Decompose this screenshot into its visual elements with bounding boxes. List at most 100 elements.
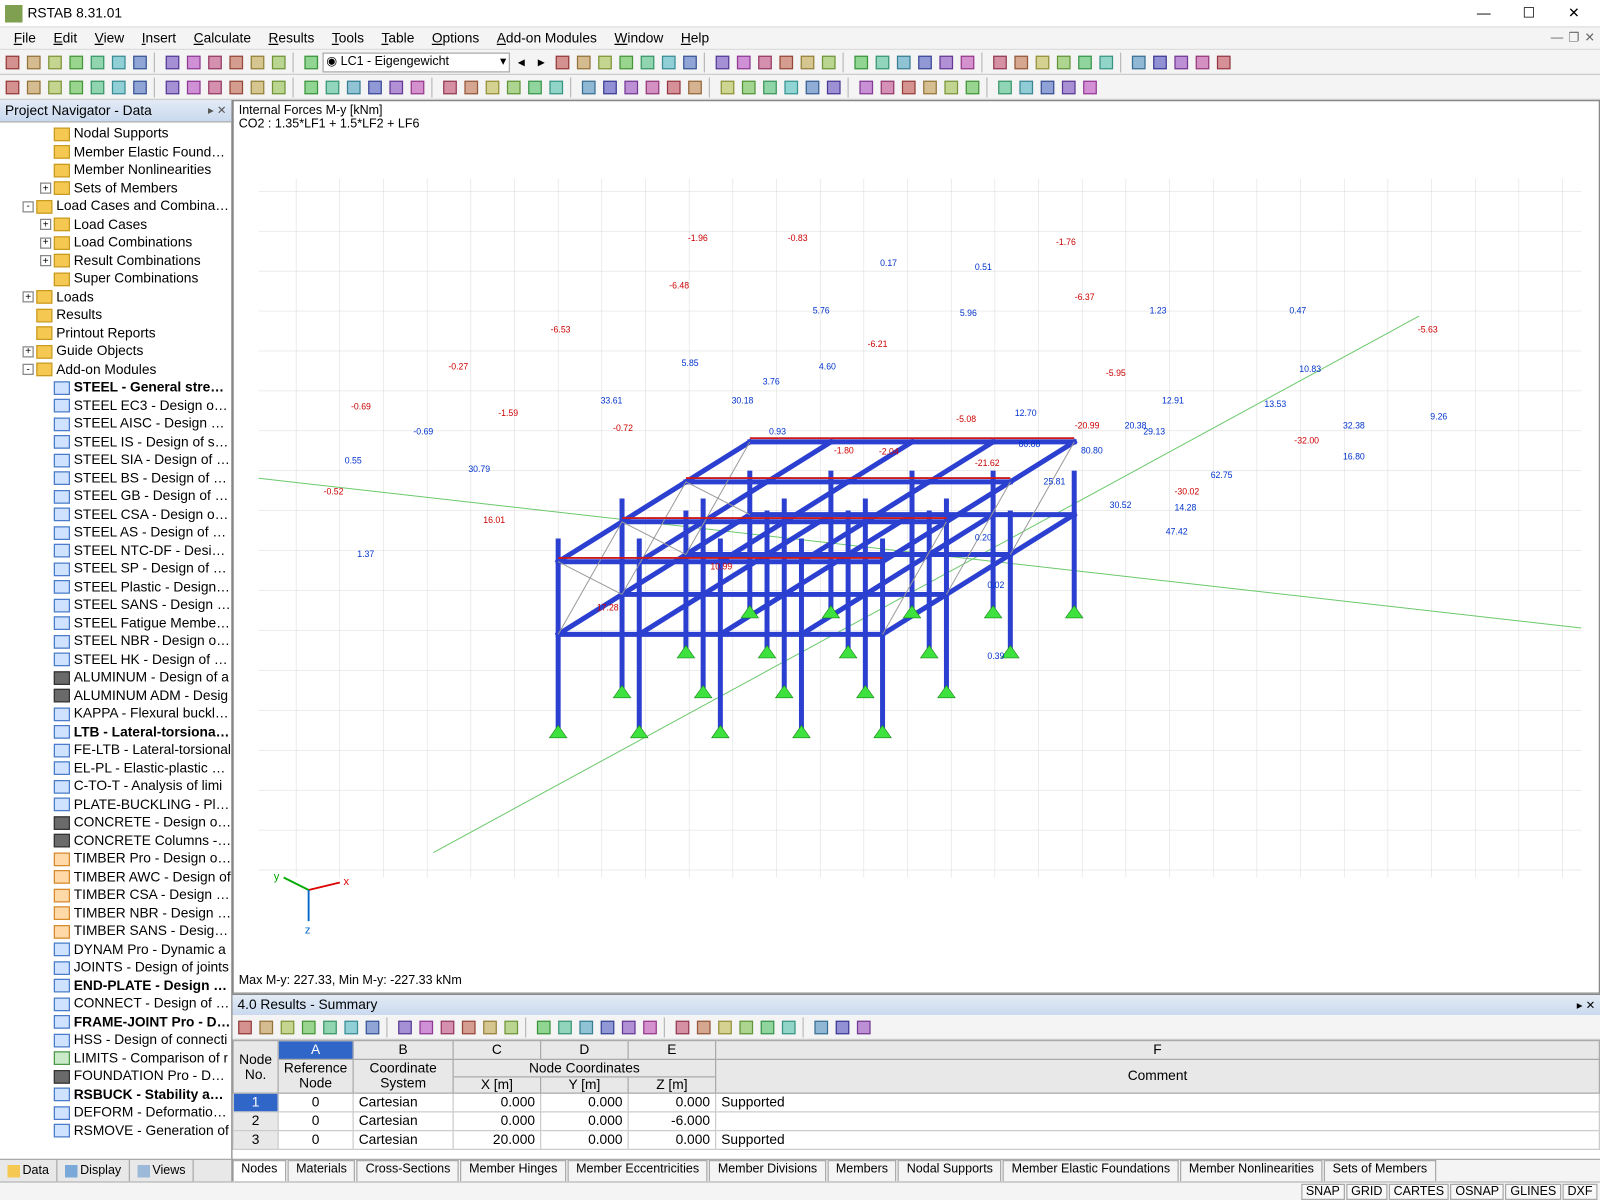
- tree-item[interactable]: +Sets of Members: [0, 179, 231, 197]
- toolbar-icon[interactable]: [66, 52, 86, 72]
- results-tab[interactable]: Member Nonlinearities: [1180, 1160, 1323, 1181]
- toolbar-icon[interactable]: [1033, 52, 1053, 72]
- tree-item[interactable]: FOUNDATION Pro - Desig: [0, 1068, 231, 1086]
- toolbar-icon[interactable]: [685, 77, 705, 97]
- toolbar-icon[interactable]: [184, 52, 204, 72]
- prev-icon[interactable]: ◂: [511, 52, 531, 72]
- tree-item[interactable]: FE-LTB - Lateral-torsional: [0, 741, 231, 759]
- toolbar-icon[interactable]: [798, 52, 818, 72]
- toolbar-icon[interactable]: [45, 77, 65, 97]
- toolbar-icon[interactable]: [1059, 77, 1079, 97]
- menu-edit[interactable]: Edit: [45, 31, 86, 46]
- toolbar-icon[interactable]: [936, 52, 956, 72]
- tree-item[interactable]: Super Combinations: [0, 270, 231, 288]
- menu-file[interactable]: File: [5, 31, 45, 46]
- load-case-combo[interactable]: ◉ LC1 - Eigengewicht▾: [323, 52, 511, 72]
- toolbar-icon[interactable]: [1038, 77, 1058, 97]
- tree-item[interactable]: HSS - Design of connecti: [0, 1031, 231, 1049]
- toolbar-icon[interactable]: [715, 1017, 735, 1037]
- menu-results[interactable]: Results: [260, 31, 323, 46]
- toolbar-icon[interactable]: [899, 77, 919, 97]
- toolbar-icon[interactable]: [130, 77, 150, 97]
- results-table[interactable]: Node No. A B C D E F Reference Node Coor…: [233, 1040, 1600, 1159]
- toolbar-icon[interactable]: [109, 52, 129, 72]
- toolbar-icon[interactable]: [640, 1017, 660, 1037]
- tree-item[interactable]: +Result Combinations: [0, 252, 231, 270]
- toolbar-icon[interactable]: [395, 1017, 415, 1037]
- tree-item[interactable]: TIMBER SANS - Design of: [0, 923, 231, 941]
- toolbar-icon[interactable]: [88, 77, 108, 97]
- tree-item[interactable]: ALUMINUM - Design of a: [0, 669, 231, 687]
- tree-item[interactable]: -Load Cases and Combinations: [0, 198, 231, 216]
- tree-item[interactable]: LTB - Lateral-torsional b: [0, 723, 231, 741]
- tree-item[interactable]: Member Nonlinearities: [0, 161, 231, 179]
- results-tab[interactable]: Nodes: [233, 1160, 287, 1181]
- menu-view[interactable]: View: [86, 31, 133, 46]
- toolbar-icon[interactable]: [269, 52, 289, 72]
- toolbar-icon[interactable]: [713, 52, 733, 72]
- toolbar-icon[interactable]: [205, 52, 225, 72]
- mdi-close-button[interactable]: ✕: [1585, 31, 1595, 45]
- toolbar-icon[interactable]: [1171, 52, 1191, 72]
- toolbar-icon[interactable]: [440, 77, 460, 97]
- menu-options[interactable]: Options: [423, 31, 488, 46]
- toolbar-icon[interactable]: [226, 77, 246, 97]
- toolbar-icon[interactable]: [256, 1017, 276, 1037]
- toolbar-icon[interactable]: [643, 77, 663, 97]
- toolbar-icon[interactable]: [235, 1017, 255, 1037]
- status-toggle[interactable]: DXF: [1563, 1183, 1598, 1199]
- menu-tools[interactable]: Tools: [323, 31, 373, 46]
- results-tab[interactable]: Nodal Supports: [898, 1160, 1002, 1181]
- toolbar-icon[interactable]: [915, 52, 935, 72]
- toolbar-icon[interactable]: [320, 1017, 340, 1037]
- toolbar-icon[interactable]: [619, 1017, 639, 1037]
- toolbar-icon[interactable]: [811, 1017, 831, 1037]
- toolbar-icon[interactable]: [386, 77, 406, 97]
- toolbar-icon[interactable]: [873, 52, 893, 72]
- tree-item[interactable]: Member Elastic Foundations: [0, 143, 231, 161]
- toolbar-icon[interactable]: [576, 1017, 596, 1037]
- table-row[interactable]: 20Cartesian0.0000.000-6.000: [233, 1112, 1599, 1131]
- tab-views[interactable]: Views: [130, 1160, 194, 1181]
- toolbar-icon[interactable]: [1054, 52, 1074, 72]
- toolbar-icon[interactable]: [736, 1017, 756, 1037]
- toolbar-icon[interactable]: [553, 52, 573, 72]
- minimize-button[interactable]: —: [1463, 2, 1506, 25]
- toolbar-icon[interactable]: [718, 77, 738, 97]
- results-tab[interactable]: Materials: [287, 1160, 355, 1181]
- mdi-minimize-button[interactable]: —: [1551, 31, 1564, 45]
- toolbar-icon[interactable]: [483, 77, 503, 97]
- tree-item[interactable]: CONNECT - Design of she: [0, 995, 231, 1013]
- tree-item[interactable]: +Loads: [0, 288, 231, 306]
- pin-icon[interactable]: ▸ ✕: [208, 104, 226, 118]
- toolbar-icon[interactable]: [894, 52, 914, 72]
- menu-help[interactable]: Help: [672, 31, 718, 46]
- toolbar-icon[interactable]: [758, 1017, 778, 1037]
- toolbar-icon[interactable]: [694, 1017, 714, 1037]
- results-close-icon[interactable]: ▸ ✕: [1577, 998, 1595, 1012]
- toolbar-icon[interactable]: [88, 52, 108, 72]
- tree-item[interactable]: TIMBER Pro - Design of ti: [0, 850, 231, 868]
- tree-item[interactable]: STEEL HK - Design of steel: [0, 651, 231, 669]
- toolbar-icon[interactable]: [680, 52, 700, 72]
- toolbar-icon[interactable]: [673, 1017, 693, 1037]
- tree-item[interactable]: PLATE-BUCKLING - Plate: [0, 796, 231, 814]
- menu-window[interactable]: Window: [606, 31, 672, 46]
- tree-item[interactable]: STEEL NTC-DF - Design of: [0, 542, 231, 560]
- results-tab[interactable]: Cross-Sections: [357, 1160, 459, 1181]
- tree-item[interactable]: TIMBER CSA - Design of t: [0, 886, 231, 904]
- toolbar-icon[interactable]: [598, 1017, 618, 1037]
- tree-item[interactable]: TIMBER AWC - Design of: [0, 868, 231, 886]
- toolbar-icon[interactable]: [461, 77, 481, 97]
- tree-item[interactable]: Nodal Supports: [0, 125, 231, 143]
- toolbar-icon[interactable]: [408, 77, 428, 97]
- toolbar-icon[interactable]: [739, 77, 759, 97]
- tree-item[interactable]: STEEL SANS - Design of steel: [0, 596, 231, 614]
- toolbar-icon[interactable]: [941, 77, 961, 97]
- toolbar-icon[interactable]: [878, 77, 898, 97]
- tree-item[interactable]: RSMOVE - Generation of: [0, 1122, 231, 1140]
- toolbar-icon[interactable]: [854, 1017, 874, 1037]
- tree-item[interactable]: STEEL SIA - Design of steel: [0, 451, 231, 469]
- tree-item[interactable]: STEEL AISC - Design of steel: [0, 415, 231, 433]
- tree-item[interactable]: RSBUCK - Stability analy: [0, 1086, 231, 1104]
